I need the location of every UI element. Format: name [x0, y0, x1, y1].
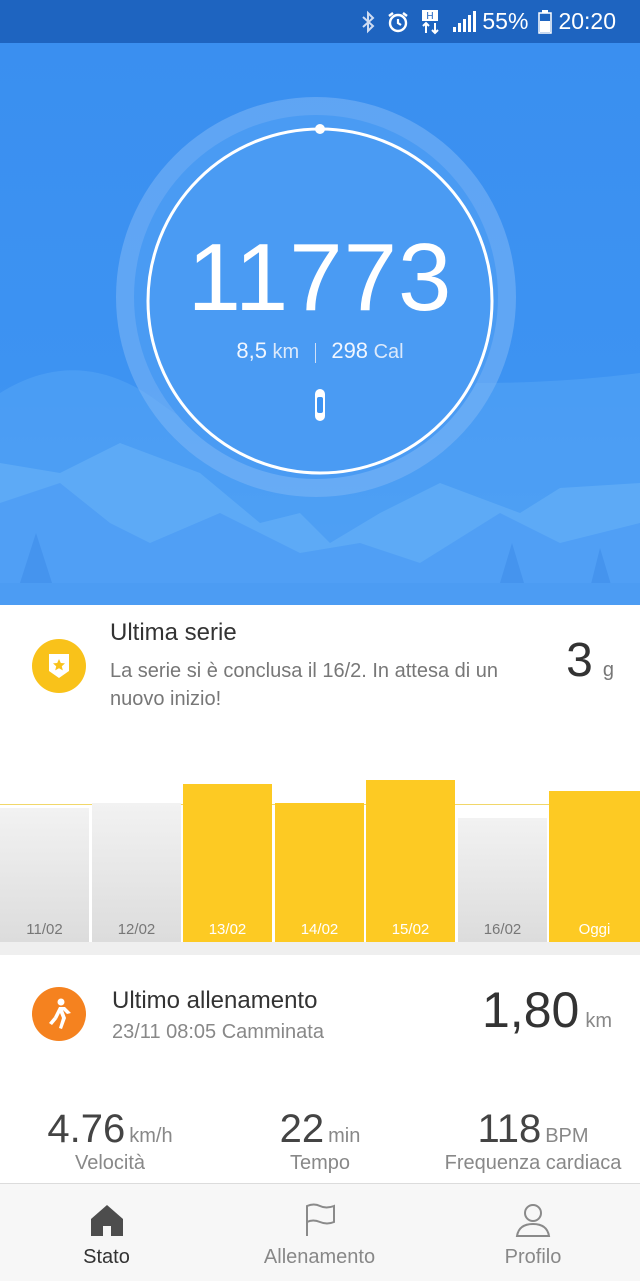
nav-label: Allenamento: [263, 1246, 376, 1268]
day-bar[interactable]: 13/02: [183, 784, 272, 942]
step-count: 11773: [187, 224, 453, 331]
calories-value: 298: [331, 338, 369, 363]
day-bar[interactable]: 12/02: [92, 803, 181, 942]
bottom-navigation: Stato Allenamento Profilo: [0, 1183, 640, 1281]
nav-item-stato[interactable]: Stato: [0, 1184, 213, 1281]
calories-unit: Cal: [373, 341, 404, 363]
day-bar[interactable]: Oggi: [549, 791, 640, 942]
bluetooth-icon: [360, 10, 376, 34]
workout-distance: 1,80 km: [482, 981, 612, 1039]
streak-days: 3g: [566, 633, 614, 688]
streak-days-unit: g: [602, 659, 614, 681]
day-bar[interactable]: 11/02: [0, 808, 89, 942]
status-bar: H 55% 20:20: [0, 0, 640, 43]
battery-percentage: 55%: [482, 8, 529, 34]
day-bar-label: 15/02: [391, 921, 430, 938]
workout-distance-value: 1,80: [482, 982, 580, 1038]
last-workout-card[interactable]: Ultimo allenamento 23/11 08:05 Camminata…: [0, 955, 640, 1183]
metric-time: 22 min Tempo: [220, 1107, 420, 1175]
distance-calories: 8,5 km 298 Cal: [0, 338, 640, 364]
metric-value: 118: [477, 1107, 542, 1151]
day-bar[interactable]: 15/02: [366, 780, 455, 942]
step-summary[interactable]: 11773 8,5 km 298 Cal: [0, 43, 640, 605]
day-bar-label: 14/02: [300, 921, 339, 938]
daily-steps-chart[interactable]: 11/02 12/02 13/02 14/02 15/02 16/02 Oggi: [0, 770, 640, 942]
flag-icon: [305, 1203, 335, 1236]
metric-speed: 4.76 km/h Velocità: [10, 1107, 210, 1175]
day-bar-label: Oggi: [578, 921, 611, 938]
nav-label: Stato: [83, 1246, 130, 1268]
signal-icon: [452, 10, 477, 33]
metric-caption: Frequenza cardiaca: [444, 1152, 622, 1174]
streak-days-value: 3: [566, 634, 593, 687]
day-bar-label: 16/02: [483, 921, 522, 938]
day-bar[interactable]: 14/02: [275, 803, 364, 942]
streak-card[interactable]: Ultima serie La serie si è conclusa il 1…: [0, 605, 640, 956]
home-icon: [90, 1205, 123, 1236]
distance-value: 8,5: [236, 338, 267, 363]
workout-meta: 23/11 08:05 Camminata: [112, 1021, 324, 1043]
streak-title: Ultima serie: [110, 619, 237, 646]
walking-icon: [32, 987, 86, 1041]
alarm-icon: [386, 10, 410, 34]
nav-item-profilo[interactable]: Profilo: [426, 1184, 640, 1281]
workout-title: Ultimo allenamento: [112, 987, 318, 1014]
nav-item-allenamento[interactable]: Allenamento: [213, 1184, 426, 1281]
clock: 20:20: [558, 8, 616, 34]
profile-icon: [515, 1204, 551, 1237]
metric-heart-rate: 118 BPM Frequenza cardiaca: [430, 1107, 636, 1175]
section-divider: [0, 942, 640, 956]
streak-description: La serie si è conclusa il 16/2. In attes…: [110, 660, 499, 710]
data-icon: H: [420, 9, 442, 35]
day-bar[interactable]: 16/02: [458, 818, 547, 942]
badge-icon: [32, 639, 86, 693]
metric-value: 4.76: [47, 1107, 126, 1151]
svg-text:H: H: [427, 11, 434, 22]
band-icon: [315, 389, 325, 421]
battery-icon: [538, 9, 553, 34]
metric-unit: min: [328, 1125, 361, 1147]
workout-distance-unit: km: [585, 1010, 612, 1032]
stat-separator: [314, 342, 316, 363]
nav-label: Profilo: [504, 1246, 562, 1268]
metric-value: 22: [279, 1107, 325, 1151]
metric-unit: km/h: [129, 1125, 173, 1147]
day-bar-label: 11/02: [26, 921, 63, 938]
day-bar-label: 12/02: [117, 921, 156, 938]
metric-caption: Tempo: [289, 1152, 351, 1174]
metric-caption: Velocità: [74, 1152, 146, 1174]
day-bar-label: 13/02: [208, 921, 247, 938]
metric-unit: BPM: [545, 1125, 589, 1147]
distance-unit: km: [272, 341, 300, 363]
